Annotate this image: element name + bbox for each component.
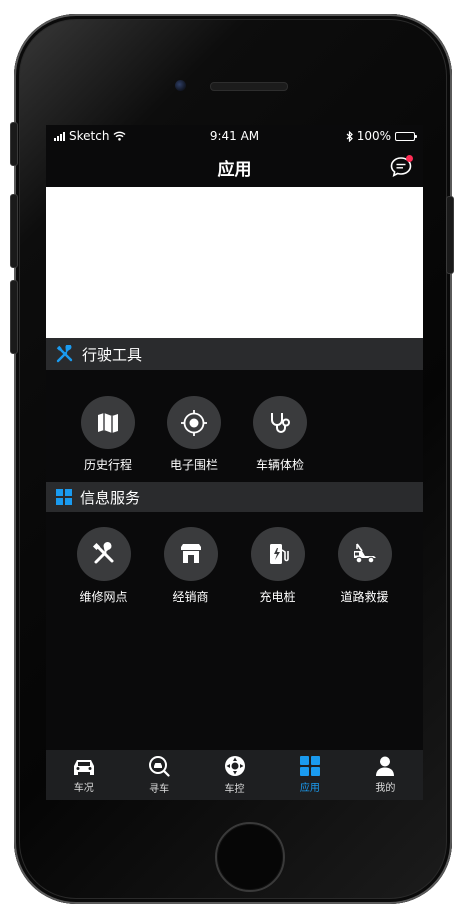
info-services-grid: 维修网点 经销商 充电桩 道路救援: [46, 512, 423, 605]
service-label: 维修网点: [79, 590, 128, 604]
service-charging-piles[interactable]: 充电桩: [234, 527, 321, 605]
tool-vehicle-check[interactable]: 车辆体检: [237, 396, 323, 473]
tab-label: 车况: [73, 783, 94, 794]
service-label: 充电桩: [259, 590, 296, 604]
service-label: 经销商: [172, 590, 209, 604]
car-control-icon: [224, 756, 245, 776]
battery-icon: [395, 131, 417, 141]
tab-bar: 车况 寻车 车控 应用 我的: [46, 750, 423, 800]
tab-label: 应用: [299, 783, 320, 794]
app-screen: Sketch 9:41 AM 100% 应用 行驶工具 历史行程 电子围栏 车辆…: [46, 125, 423, 800]
car-icon: [73, 760, 94, 775]
tab-label: 寻车: [149, 784, 170, 795]
tab-car-control[interactable]: 车控: [197, 750, 272, 800]
stethoscope-icon: [253, 396, 307, 449]
tool-label: 电子围栏: [169, 458, 218, 472]
home-button[interactable]: [215, 822, 285, 892]
repair-tools-icon: [76, 527, 131, 581]
page-title: 应用: [217, 160, 252, 180]
user-icon: [376, 756, 395, 776]
tab-find-car[interactable]: 寻车: [121, 750, 196, 800]
service-dealers[interactable]: 经销商: [147, 527, 234, 605]
earpiece-speaker: [210, 82, 288, 91]
tab-apps[interactable]: 应用: [272, 750, 347, 800]
driving-tools-grid: 历史行程 电子围栏 车辆体检: [46, 370, 423, 473]
section-title: 行驶工具: [82, 345, 143, 364]
find-car-icon: [149, 756, 170, 777]
nav-bar: 应用: [46, 147, 423, 187]
tool-geofence[interactable]: 电子围栏: [151, 396, 237, 473]
section-header-info-services: 信息服务: [46, 482, 423, 512]
bluetooth-icon: [346, 130, 353, 142]
grid-icon: [56, 489, 72, 505]
volume-down-button[interactable]: [10, 280, 18, 354]
tools-icon: [56, 345, 73, 363]
tab-label: 我的: [375, 783, 396, 794]
tab-car-status[interactable]: 车况: [46, 750, 121, 800]
tab-label: 车控: [224, 784, 245, 795]
battery-percent: 100%: [356, 129, 391, 143]
store-icon: [163, 527, 218, 581]
power-button[interactable]: [446, 196, 454, 274]
section-title: 信息服务: [80, 488, 141, 507]
unread-badge: [406, 155, 413, 162]
map-icon: [81, 396, 135, 449]
target-icon: [167, 396, 221, 449]
volume-up-button[interactable]: [10, 194, 18, 268]
tab-profile[interactable]: 我的: [348, 750, 423, 800]
charging-pile-icon: [250, 527, 305, 581]
apps-grid-icon: [299, 756, 320, 776]
message-button[interactable]: [389, 155, 413, 179]
service-label: 道路救援: [340, 590, 389, 604]
tool-label: 车辆体检: [255, 458, 304, 472]
tool-label: 历史行程: [83, 458, 132, 472]
section-header-driving-tools: 行驶工具: [46, 338, 423, 370]
tow-truck-icon: [337, 527, 392, 581]
banner-area[interactable]: [46, 187, 423, 338]
mute-switch[interactable]: [10, 122, 18, 166]
service-repair-shops[interactable]: 维修网点: [60, 527, 147, 605]
front-camera: [175, 80, 186, 91]
status-bar: Sketch 9:41 AM 100%: [46, 125, 423, 147]
service-road-rescue[interactable]: 道路救援: [321, 527, 408, 605]
tool-trip-history[interactable]: 历史行程: [65, 396, 151, 473]
